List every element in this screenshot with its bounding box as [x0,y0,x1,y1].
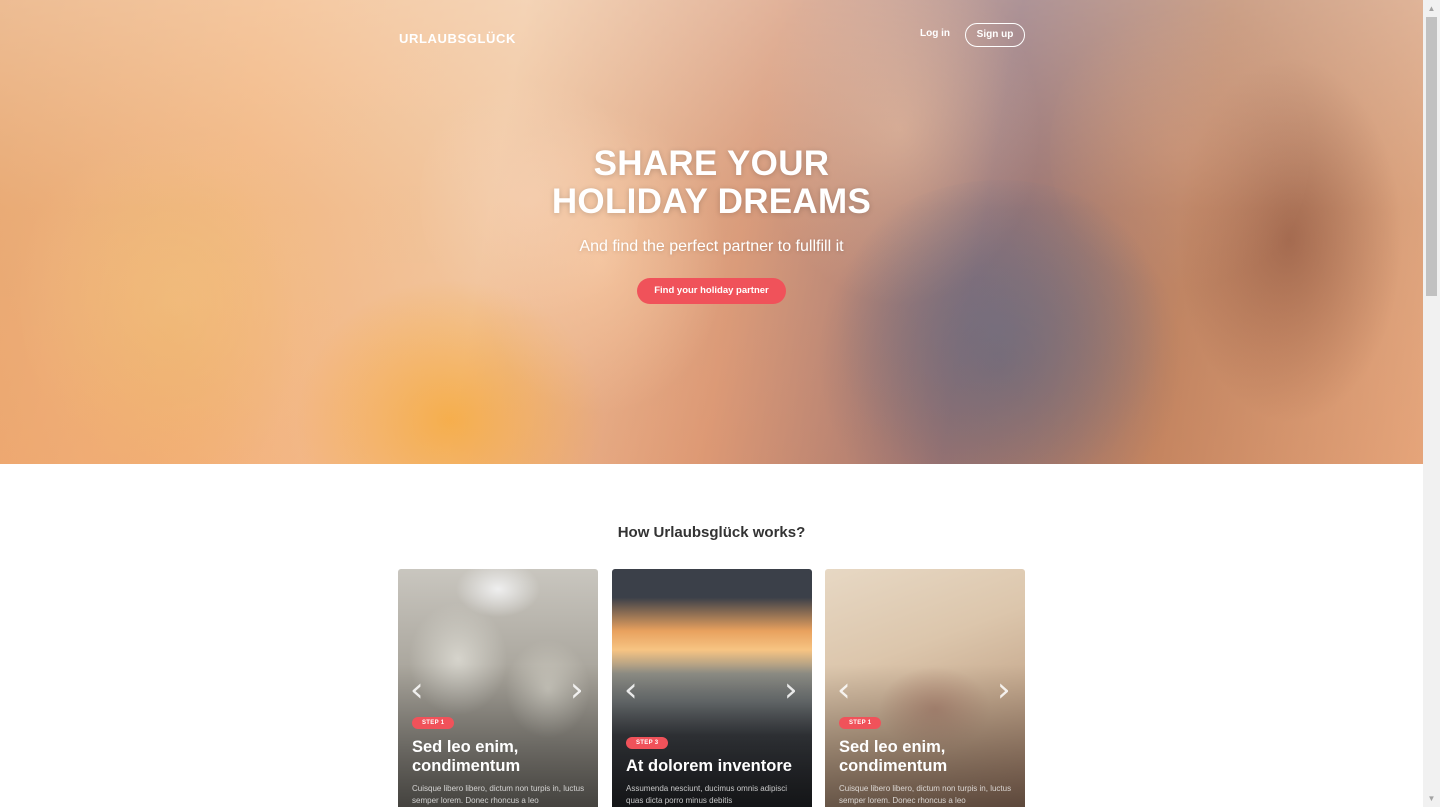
hero-banner: URLAUBSGLÜCK Log in Sign up SHARE YOUR H… [0,0,1423,464]
card-title: At dolorem inventore [626,757,792,775]
scroll-thumb[interactable] [1426,17,1437,296]
step-badge: STEP 1 [412,717,455,729]
chevron-left-icon[interactable]: ‹ [837,672,855,708]
card-description: Assumenda nesciunt, ducimus omnis adipis… [626,784,787,805]
find-partner-button[interactable]: Find your holiday partner [637,278,786,304]
hero-headline-line-1: SHARE YOUR [593,144,830,183]
step-card[interactable]: ‹ › STEP 3 At dolorem inventore Assumend… [612,569,812,807]
brand-logo[interactable]: URLAUBSGLÜCK [399,31,516,46]
card-title: Sed leo enim, condimentum [412,738,521,775]
step-card[interactable]: ‹ › STEP 1 Sed leo enim, condimentum Cui… [825,569,1025,807]
chevron-right-icon[interactable]: › [784,672,802,708]
hero-subline: And find the perfect partner to fullfill… [579,238,844,255]
chevron-right-icon[interactable]: › [570,672,588,708]
card-description: Cuisque libero libero, dictum non turpis… [412,784,585,805]
scroll-up-arrow-icon[interactable]: ▲ [1423,0,1440,17]
login-link[interactable]: Log in [920,28,950,39]
chevron-left-icon[interactable]: ‹ [624,672,642,708]
card-description: Cuisque libero libero, dictum non turpis… [839,784,1012,805]
vertical-scrollbar[interactable]: ▲ ▼ [1423,0,1440,807]
card-title: Sed leo enim, condimentum [839,738,948,775]
hero-headline: SHARE YOUR HOLIDAY DREAMS [0,145,1423,221]
step-badge: STEP 3 [626,737,669,749]
hero-headline-line-2: HOLIDAY DREAMS [551,182,872,221]
chevron-left-icon[interactable]: ‹ [410,672,428,708]
chevron-right-icon[interactable]: › [997,672,1015,708]
step-badge: STEP 1 [839,717,882,729]
step-card[interactable]: ‹ › STEP 1 Sed leo enim, condimentum Cui… [398,569,598,807]
signup-button[interactable]: Sign up [965,23,1025,47]
hero-overlay [0,0,1423,464]
how-it-works-title: How Urlaubsglück works? [617,524,806,541]
scroll-down-arrow-icon[interactable]: ▼ [1423,790,1440,807]
